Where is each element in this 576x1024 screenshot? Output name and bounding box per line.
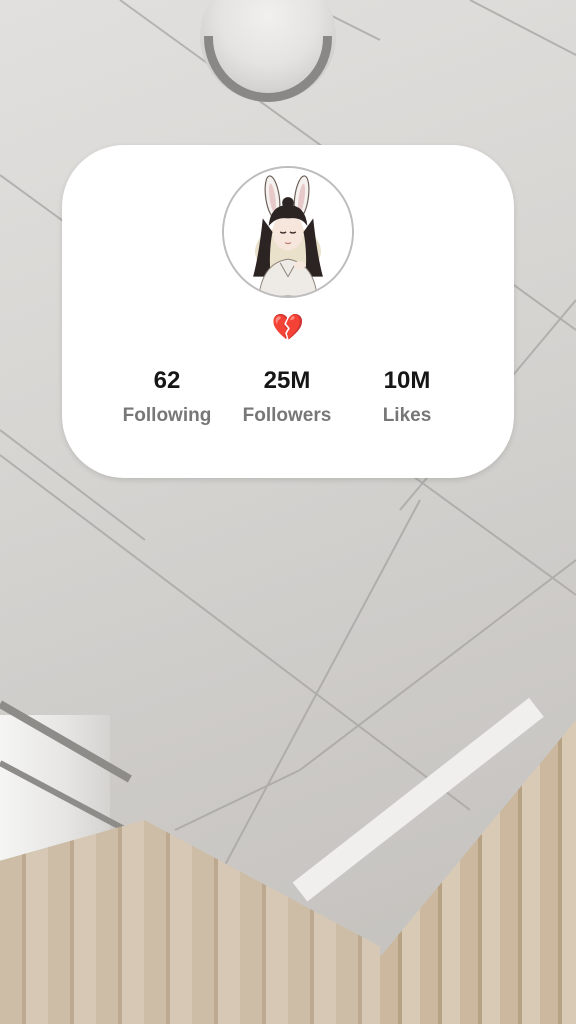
stat-followers[interactable]: 25M Followers	[227, 365, 347, 428]
stat-likes[interactable]: 10M Likes	[347, 365, 467, 428]
profile-card: 💔 62 Following 25M Followers 10M Likes	[62, 145, 514, 478]
anime-bunny-girl-avatar-icon	[224, 168, 352, 296]
bio-broken-heart-emoji: 💔	[271, 312, 305, 342]
avatar[interactable]	[222, 166, 354, 298]
stat-following[interactable]: 62 Following	[107, 365, 227, 428]
following-label: Following	[122, 405, 212, 426]
likes-count: 10M	[383, 367, 431, 394]
likes-label: Likes	[382, 405, 432, 426]
followers-count: 25M	[263, 367, 311, 394]
followers-label: Followers	[242, 405, 332, 426]
following-count: 62	[153, 367, 181, 394]
